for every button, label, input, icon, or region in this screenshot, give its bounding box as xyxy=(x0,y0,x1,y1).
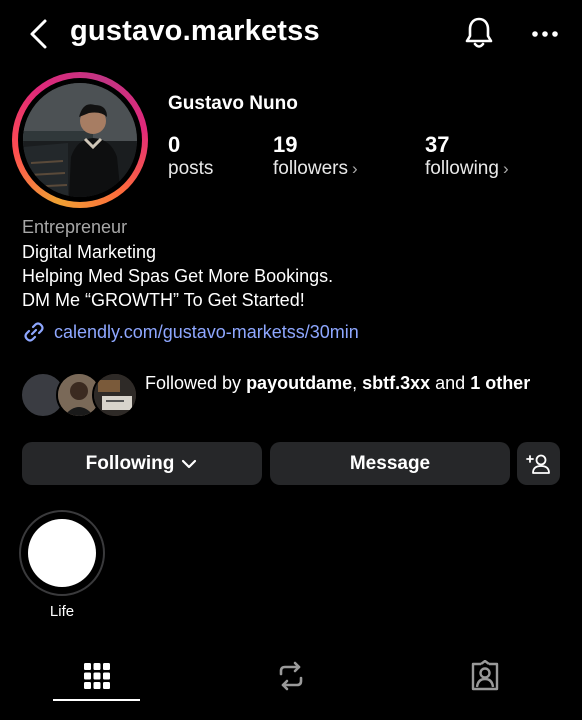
followed-by-text[interactable]: Followed by payoutdame, sbtf.3xx and 1 o… xyxy=(145,371,545,395)
stat-followers[interactable]: 19 followers › xyxy=(273,132,358,180)
following-count: 37 xyxy=(425,132,450,157)
grid-icon xyxy=(84,663,110,689)
profile-avatar[interactable] xyxy=(23,83,137,197)
chevron-right-icon: › xyxy=(502,159,509,178)
bio-line: Digital Marketing xyxy=(22,242,157,262)
display-name: Gustavo Nuno xyxy=(168,93,298,114)
followers-count: 19 xyxy=(273,132,298,157)
add-person-icon xyxy=(525,454,550,474)
message-button[interactable]: Message xyxy=(270,442,510,485)
posts-count: 0 xyxy=(168,132,181,157)
suggested-users-button[interactable] xyxy=(517,442,560,485)
profile-link-text[interactable]: calendly.com/gustavo-marketss/30min xyxy=(54,322,359,343)
tab-tagged[interactable] xyxy=(388,650,582,702)
bell-icon xyxy=(465,17,493,48)
highlight-cover[interactable] xyxy=(28,519,96,587)
following-button[interactable]: Following xyxy=(22,442,262,485)
more-horizontal-icon xyxy=(532,31,558,37)
tagged-icon xyxy=(471,660,499,691)
tab-posts-grid[interactable] xyxy=(0,650,194,702)
following-label: following xyxy=(425,158,499,179)
message-button-label: Message xyxy=(349,452,431,474)
profile-category: Entrepreneur xyxy=(22,217,128,237)
active-tab-indicator xyxy=(53,699,140,701)
mutual-others[interactable]: 1 other xyxy=(470,373,530,393)
mutual-username[interactable]: payoutdame xyxy=(246,373,352,393)
profile-link[interactable]: calendly.com/gustavo-marketss/30min xyxy=(22,320,359,344)
highlight-label: Life xyxy=(49,603,75,620)
back-button[interactable] xyxy=(26,18,52,50)
following-button-label: Following xyxy=(85,452,175,474)
notifications-button[interactable] xyxy=(463,16,495,50)
chevron-left-icon xyxy=(30,19,47,49)
posts-label: posts xyxy=(168,158,214,179)
link-icon xyxy=(24,322,44,342)
profile-photo xyxy=(23,83,137,197)
bio-line: Helping Med Spas Get More Bookings. xyxy=(22,266,334,286)
mutual-username[interactable]: sbtf.3xx xyxy=(362,373,430,393)
stat-posts: 0 posts xyxy=(168,132,213,180)
followers-label: followers xyxy=(273,158,348,179)
chevron-right-icon: › xyxy=(351,159,358,178)
tab-reposts[interactable] xyxy=(194,650,388,702)
more-options-button[interactable] xyxy=(528,22,562,46)
profile-username: gustavo.marketss xyxy=(70,15,320,47)
chevron-down-icon xyxy=(182,459,197,468)
bio-line: DM Me “GROWTH” To Get Started! xyxy=(22,290,305,310)
stat-following[interactable]: 37 following › xyxy=(425,132,509,180)
reels-remix-icon xyxy=(279,661,303,691)
mutual-avatar[interactable] xyxy=(92,372,138,418)
